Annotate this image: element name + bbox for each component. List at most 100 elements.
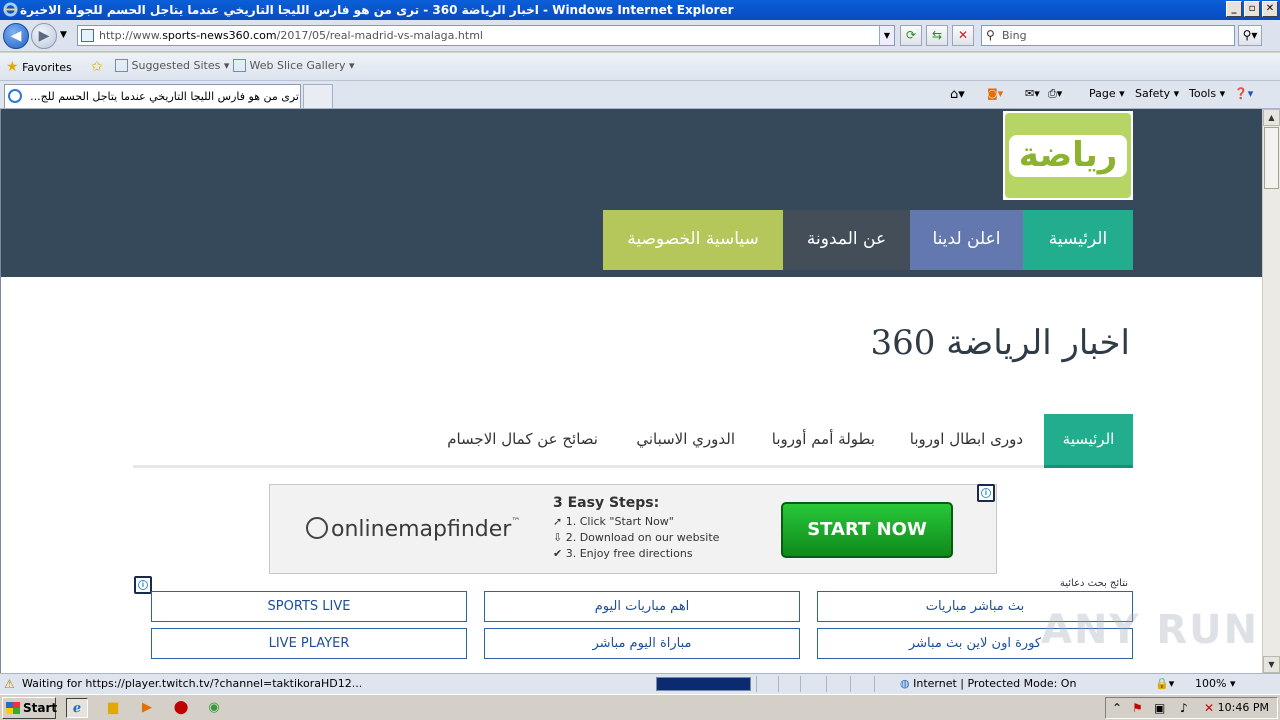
stop-button[interactable]: ✕ xyxy=(952,25,974,46)
home-icon[interactable]: ⌂▾ xyxy=(950,87,965,102)
window-title: اخبار الرياضة 360 - ترى من هو فارس الليج… xyxy=(20,3,734,17)
clock: 10:46 PM xyxy=(1217,701,1269,714)
tray-alert-icon[interactable]: ✕ xyxy=(1204,701,1214,715)
navigation-toolbar: ◀ ▶ ▼ http://www.sports-news360.com/2017… xyxy=(0,20,1280,52)
ad-link-match-today[interactable]: مباراة اليوم مباشر xyxy=(484,628,800,659)
category-la-liga[interactable]: الدوري الاسباني xyxy=(636,414,735,465)
scroll-down-icon[interactable]: ▼ xyxy=(1263,656,1280,673)
protected-mode-icon[interactable]: 🔒▾ xyxy=(1155,677,1174,690)
favorites-button[interactable]: ★ Favorites xyxy=(6,59,72,75)
search-button[interactable]: ⚲▾ xyxy=(1238,25,1262,46)
favorites-bar: ★ Favorites ✩ Suggested Sites ▾ Web Slic… xyxy=(0,53,1280,81)
watermark: ANY RUN xyxy=(1041,607,1260,653)
system-tray: ⌃ ⚑ ▣ ♪ ✕ 10:46 PM xyxy=(1105,697,1278,719)
category-bodybuilding[interactable]: نصائح عن كمال الاجسام xyxy=(447,414,598,465)
category-champions-league[interactable]: دورى ابطال اوروبا xyxy=(910,414,1023,465)
top-nav-home[interactable]: الرئيسية xyxy=(1023,210,1133,270)
address-dropdown-icon[interactable]: ▼ xyxy=(879,26,894,45)
tools-menu[interactable]: Tools ▾ xyxy=(1189,87,1225,100)
ie-logo-icon xyxy=(3,2,18,17)
taskbar: Start ℯ ▆ ▶ ⬤ ◉ ⌃ ⚑ ▣ ♪ ✕ 10:46 PM xyxy=(0,694,1280,720)
tray-volume-icon[interactable]: ♪ xyxy=(1180,701,1188,715)
site-logo[interactable]: رياضة xyxy=(1003,111,1133,200)
ads-label: نتائج بحث دعائية xyxy=(1059,578,1128,589)
recent-pages-dropdown-icon[interactable]: ▼ xyxy=(60,30,67,40)
taskbar-explorer-icon[interactable]: ▆ xyxy=(102,698,124,718)
tab-title: ترى من هو فارس الليجا التاريخي عندما يتا… xyxy=(30,90,299,103)
add-to-favorites-bar-button[interactable]: ✩ xyxy=(91,59,103,75)
page-icon xyxy=(115,59,128,72)
tray-arrow-icon[interactable]: ⌃ xyxy=(1112,701,1122,715)
forward-button[interactable]: ▶ xyxy=(31,23,57,49)
ad-step-3: ✔ 3. Enjoy free directions xyxy=(553,547,693,560)
search-icon: ⚲ xyxy=(986,28,995,42)
ad-step-1: ➚ 1. Click "Start Now" xyxy=(553,515,674,528)
ad-step-2: ⇩ 2. Download on our website xyxy=(553,531,720,544)
refresh-button[interactable]: ⇆ xyxy=(926,25,948,46)
site-header: رياضة الرئيسية اعلن لدينا عن المدونة سيا… xyxy=(1,109,1262,277)
ad-banner[interactable]: onlinemapfinder™ 3 Easy Steps: ➚ 1. Clic… xyxy=(269,484,997,574)
security-zone[interactable]: ◍ Internet | Protected Mode: On xyxy=(900,677,1076,690)
download-icon: ⇩ xyxy=(553,531,566,544)
globe-icon xyxy=(306,517,328,539)
ad-start-now-button[interactable]: START NOW xyxy=(781,502,953,558)
back-button[interactable]: ◀ xyxy=(3,23,29,49)
tab-row: ترى من هو فارس الليجا التاريخي عندما يتا… xyxy=(0,81,1280,109)
tray-network-icon[interactable]: ▣ xyxy=(1154,701,1165,715)
site-title[interactable]: اخبار الرياضة 360 xyxy=(870,323,1130,363)
status-text: Waiting for https://player.twitch.tv/?ch… xyxy=(22,677,363,690)
loading-icon xyxy=(8,89,22,103)
page-progress-bar xyxy=(656,677,751,691)
ad-link-live-player[interactable]: LIVE PLAYER xyxy=(151,628,467,659)
ad-link-top-matches[interactable]: اهم مباريات اليوم xyxy=(484,591,800,622)
ad-link-sports-live[interactable]: SPORTS LIVE xyxy=(151,591,467,622)
status-bar: ⚠ Waiting for https://player.twitch.tv/?… xyxy=(0,673,1280,694)
suggested-sites-button[interactable]: Suggested Sites ▾ xyxy=(115,59,229,72)
safety-menu[interactable]: Safety ▾ xyxy=(1135,87,1179,100)
start-button[interactable]: Start xyxy=(2,697,57,719)
taskbar-chrome-icon[interactable]: ◉ xyxy=(203,698,225,718)
top-nav-about[interactable]: عن المدونة xyxy=(783,210,910,270)
search-input[interactable]: Bing xyxy=(1002,29,1027,42)
category-euro[interactable]: بطولة أمم أوروبا xyxy=(772,414,875,465)
page-icon xyxy=(81,29,94,42)
top-nav-privacy[interactable]: سياسية الخصوصية xyxy=(603,210,783,270)
compatibility-view-button[interactable]: ⟳ xyxy=(900,25,922,46)
tab-current[interactable]: ترى من هو فارس الليجا التاريخي عندما يتا… xyxy=(4,84,301,108)
check-icon: ✔ xyxy=(553,547,566,560)
taskbar-media-player-icon[interactable]: ▶ xyxy=(136,698,158,718)
category-nav: الرئيسية دورى ابطال اوروبا بطولة أمم أور… xyxy=(133,414,1133,468)
minimize-button[interactable]: _ xyxy=(1226,1,1242,17)
maximize-button[interactable]: ▫ xyxy=(1244,1,1260,17)
tray-security-icon[interactable]: ⚑ xyxy=(1132,701,1143,715)
new-tab-button[interactable] xyxy=(303,84,333,108)
ad-info-icon[interactable]: i xyxy=(977,484,995,502)
ad-steps-title: 3 Easy Steps: xyxy=(553,495,660,511)
page-icon xyxy=(233,59,246,72)
mail-icon[interactable]: ✉▾ xyxy=(1025,87,1040,100)
ad-brand: onlinemapfinder™ xyxy=(306,517,520,542)
category-home[interactable]: الرئيسية xyxy=(1044,414,1133,468)
vertical-scrollbar[interactable]: ▲ ▼ xyxy=(1262,109,1280,673)
windows-logo-icon xyxy=(6,702,20,714)
address-bar[interactable]: http://www.sports-news360.com/2017/05/re… xyxy=(77,25,895,46)
search-box[interactable]: ⚲ Bing xyxy=(981,25,1235,46)
add-favorite-icon: ✩ xyxy=(91,59,103,75)
taskbar-ie-icon[interactable]: ℯ xyxy=(66,698,88,718)
top-nav-advertise[interactable]: اعلن لدينا xyxy=(910,210,1023,270)
close-button[interactable]: ✕ xyxy=(1262,1,1278,17)
warning-icon: ⚠ xyxy=(4,677,15,691)
zoom-level[interactable]: 100% ▾ xyxy=(1195,677,1235,690)
star-icon: ★ xyxy=(6,59,19,75)
taskbar-opera-icon[interactable]: ⬤ xyxy=(170,698,192,718)
feeds-icon[interactable]: ◙▾ xyxy=(987,87,1003,100)
print-icon[interactable]: ⎙▾ xyxy=(1048,87,1062,101)
ad-info-icon[interactable]: i xyxy=(134,576,152,594)
scroll-up-icon[interactable]: ▲ xyxy=(1263,109,1280,126)
help-icon[interactable]: ❓▾ xyxy=(1234,87,1253,100)
page-viewport: رياضة الرئيسية اعلن لدينا عن المدونة سيا… xyxy=(0,109,1262,673)
scroll-thumb[interactable] xyxy=(1264,127,1279,189)
cursor-icon: ➚ xyxy=(553,515,566,528)
web-slice-gallery-button[interactable]: Web Slice Gallery ▾ xyxy=(233,59,355,72)
page-menu[interactable]: Page ▾ xyxy=(1089,87,1125,100)
